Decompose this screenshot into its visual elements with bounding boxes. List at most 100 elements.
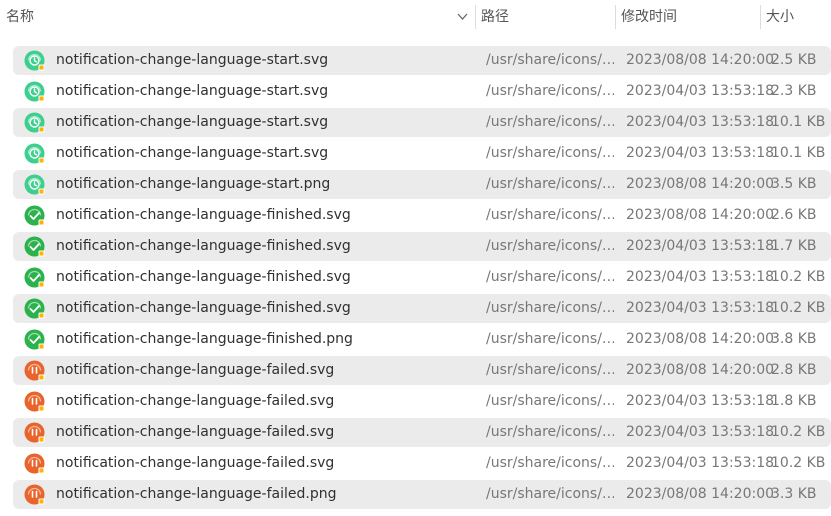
file-name: notification-change-language-finished.pn… — [56, 331, 353, 347]
file-path: /usr/share/icons/… — [486, 145, 614, 161]
file-path: /usr/share/icons/… — [486, 486, 614, 502]
file-row[interactable]: notification-change-language-start.svg/u… — [13, 45, 831, 76]
file-path: /usr/share/icons/… — [486, 52, 614, 68]
file-path: /usr/share/icons/… — [486, 83, 614, 99]
file-path: /usr/share/icons/… — [486, 176, 614, 192]
file-modified-time: 2023/04/03 13:53:18 — [626, 393, 775, 409]
file-row[interactable]: notification-change-language-start.svg/u… — [13, 138, 831, 169]
file-modified-time: 2023/08/08 14:20:00 — [626, 362, 775, 378]
file-path: /usr/share/icons/… — [486, 207, 614, 223]
file-modified-time: 2023/08/08 14:20:00 — [626, 331, 775, 347]
file-modified-time: 2023/08/08 14:20:00 — [626, 176, 775, 192]
file-row[interactable]: notification-change-language-failed.png /… — [13, 479, 831, 510]
file-name: notification-change-language-failed.png — [56, 486, 337, 502]
file-name: notification-change-language-finished.sv… — [56, 238, 351, 254]
file-size: 3.8 KB — [771, 331, 817, 347]
chevron-down-icon[interactable] — [457, 11, 468, 22]
file-name: notification-change-language-finished.sv… — [56, 269, 351, 285]
file-modified-time: 2023/04/03 13:53:18 — [626, 238, 775, 254]
language-start-icon — [24, 174, 45, 195]
file-size: 3.5 KB — [771, 176, 817, 192]
language-failed-icon — [24, 453, 45, 474]
column-name-header[interactable]: 名称 — [6, 0, 34, 34]
file-size: 10.1 KB — [771, 145, 826, 161]
file-modified-time: 2023/08/08 14:20:00 — [626, 486, 775, 502]
file-path: /usr/share/icons/… — [486, 300, 614, 316]
file-modified-time: 2023/08/08 14:20:00 — [626, 52, 775, 68]
file-row[interactable]: notification-change-language-failed.svg /… — [13, 417, 831, 448]
file-row[interactable]: notification-change-language-start.png/u… — [13, 169, 831, 200]
language-finished-icon — [24, 267, 45, 288]
file-modified-time: 2023/04/03 13:53:18 — [626, 455, 775, 471]
file-row[interactable]: notification-change-language-start.svg/u… — [13, 107, 831, 138]
file-size: 10.2 KB — [771, 455, 826, 471]
file-row[interactable]: notification-change-language-finished.sv… — [13, 293, 831, 324]
file-name: notification-change-language-start.svg — [56, 83, 329, 99]
file-size: 1.7 KB — [771, 238, 817, 254]
file-row[interactable]: notification-change-language-finished.sv… — [13, 200, 831, 231]
file-row[interactable]: notification-change-language-failed.svg /… — [13, 386, 831, 417]
file-path: /usr/share/icons/… — [486, 331, 614, 347]
file-size: 2.5 KB — [771, 52, 817, 68]
language-finished-icon — [24, 298, 45, 319]
file-name: notification-change-language-failed.svg — [56, 424, 335, 440]
file-row[interactable]: notification-change-language-failed.svg /… — [13, 448, 831, 479]
file-name: notification-change-language-start.svg — [56, 114, 329, 130]
file-size: 2.6 KB — [771, 207, 817, 223]
column-header: 名称 路径 修改时间 大小 — [0, 0, 831, 34]
file-row[interactable]: notification-change-language-failed.svg /… — [13, 355, 831, 386]
file-size: 2.3 KB — [771, 83, 817, 99]
file-modified-time: 2023/04/03 13:53:18 — [626, 145, 775, 161]
language-failed-icon — [24, 391, 45, 412]
file-name: notification-change-language-finished.sv… — [56, 207, 351, 223]
file-size: 2.8 KB — [771, 362, 817, 378]
language-start-icon — [24, 81, 45, 102]
file-name: notification-change-language-failed.svg — [56, 455, 335, 471]
language-finished-icon — [24, 236, 45, 257]
file-size: 10.1 KB — [771, 114, 826, 130]
file-modified-time: 2023/04/03 13:53:18 — [626, 114, 775, 130]
column-divider[interactable] — [475, 5, 476, 29]
file-list: notification-change-language-start.svg/u… — [13, 45, 831, 510]
file-size: 10.2 KB — [771, 269, 826, 285]
file-name: notification-change-language-start.png — [56, 176, 331, 192]
file-name: notification-change-language-failed.svg — [56, 393, 335, 409]
column-size-header[interactable]: 大小 — [766, 0, 794, 34]
file-modified-time: 2023/04/03 13:53:18 — [626, 83, 775, 99]
language-start-icon — [24, 143, 45, 164]
file-name: notification-change-language-finished.sv… — [56, 300, 351, 316]
file-size: 10.2 KB — [771, 424, 826, 440]
column-divider[interactable] — [615, 5, 616, 29]
language-failed-icon — [24, 484, 45, 505]
column-divider[interactable] — [760, 5, 761, 29]
file-path: /usr/share/icons/… — [486, 362, 614, 378]
file-size: 3.3 KB — [771, 486, 817, 502]
file-path: /usr/share/icons/… — [486, 455, 614, 471]
file-modified-time: 2023/04/03 13:53:18 — [626, 424, 775, 440]
file-path: /usr/share/icons/… — [486, 269, 614, 285]
file-row[interactable]: notification-change-language-finished.sv… — [13, 231, 831, 262]
language-finished-icon — [24, 329, 45, 350]
language-start-icon — [24, 112, 45, 133]
file-row[interactable]: notification-change-language-finished.pn… — [13, 324, 831, 355]
file-size: 10.2 KB — [771, 300, 826, 316]
file-name: notification-change-language-failed.svg — [56, 362, 335, 378]
file-row[interactable]: notification-change-language-start.svg/u… — [13, 76, 831, 107]
file-name: notification-change-language-start.svg — [56, 145, 329, 161]
column-modified-header[interactable]: 修改时间 — [621, 0, 677, 34]
file-name: notification-change-language-start.svg — [56, 52, 329, 68]
file-path: /usr/share/icons/… — [486, 114, 614, 130]
column-path-header[interactable]: 路径 — [481, 0, 509, 34]
file-modified-time: 2023/04/03 13:53:18 — [626, 300, 775, 316]
language-finished-icon — [24, 205, 45, 226]
file-path: /usr/share/icons/… — [486, 424, 614, 440]
language-failed-icon — [24, 422, 45, 443]
file-path: /usr/share/icons/… — [486, 393, 614, 409]
file-modified-time: 2023/08/08 14:20:00 — [626, 207, 775, 223]
file-path: /usr/share/icons/… — [486, 238, 614, 254]
file-modified-time: 2023/04/03 13:53:18 — [626, 269, 775, 285]
file-row[interactable]: notification-change-language-finished.sv… — [13, 262, 831, 293]
language-failed-icon — [24, 360, 45, 381]
language-start-icon — [24, 50, 45, 71]
file-size: 1.8 KB — [771, 393, 817, 409]
